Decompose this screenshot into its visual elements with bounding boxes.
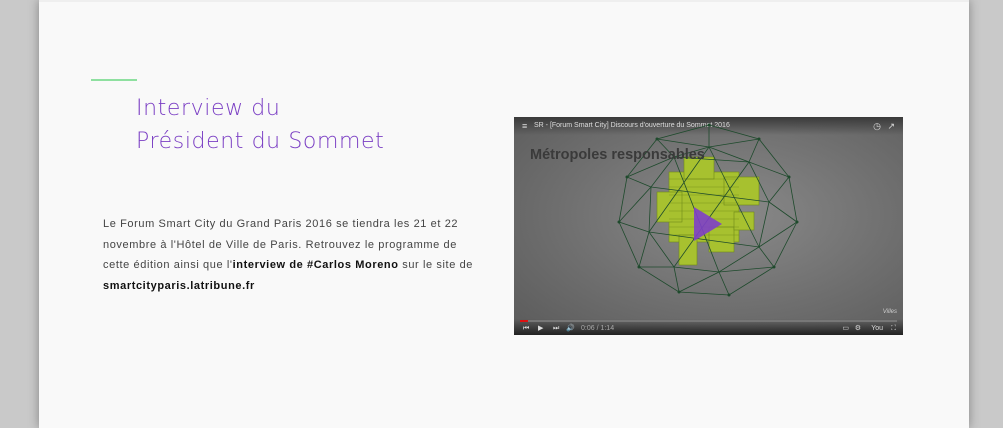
title-line-2: Président du Sommet (136, 129, 385, 154)
video-watermark: Villes (882, 309, 897, 315)
title-line-1: Interview du (136, 96, 281, 121)
volume-icon[interactable]: 🔊 (566, 324, 575, 334)
video-controls: ⏮ ▶ ⏭ 🔊 0:06 / 1:14 ▭ ⚙ You ⛶ (514, 319, 903, 335)
youtube-icon[interactable]: You (871, 324, 883, 334)
next-icon[interactable]: ⏭ (553, 324, 559, 334)
interview-link-text: interview de #Carlos Moreno (232, 259, 399, 271)
video-player[interactable]: ≡ SR - [Forum Smart City] Discours d'ouv… (514, 117, 903, 335)
section-description: Le Forum Smart City du Grand Paris 2016 … (103, 214, 483, 296)
play-button-overlay[interactable] (694, 207, 722, 241)
content-panel: Interview du Président du Sommet Le Foru… (39, 0, 969, 428)
website-link-text: smartcityparis.latribune.fr (103, 279, 255, 292)
description-text-2: sur le site de (398, 259, 473, 271)
progress-fill (520, 320, 528, 322)
playlist-icon[interactable]: ≡ (522, 117, 527, 135)
captions-icon[interactable]: ▭ (842, 324, 849, 334)
progress-bar[interactable] (520, 320, 897, 322)
time-display: 0:06 / 1:14 (581, 325, 615, 332)
fullscreen-icon[interactable]: ⛶ (891, 324, 896, 334)
slide-heading: Métropoles responsables (530, 147, 705, 163)
section-title: Interview du Président du Sommet (136, 92, 436, 158)
settings-icon[interactable]: ⚙ (855, 324, 861, 334)
watch-later-icon[interactable]: ◷ (873, 117, 881, 135)
play-icon[interactable]: ▶ (538, 324, 543, 334)
share-icon[interactable]: ↗ (887, 117, 895, 135)
previous-icon[interactable]: ⏮ (523, 324, 529, 334)
accent-line (91, 79, 137, 81)
